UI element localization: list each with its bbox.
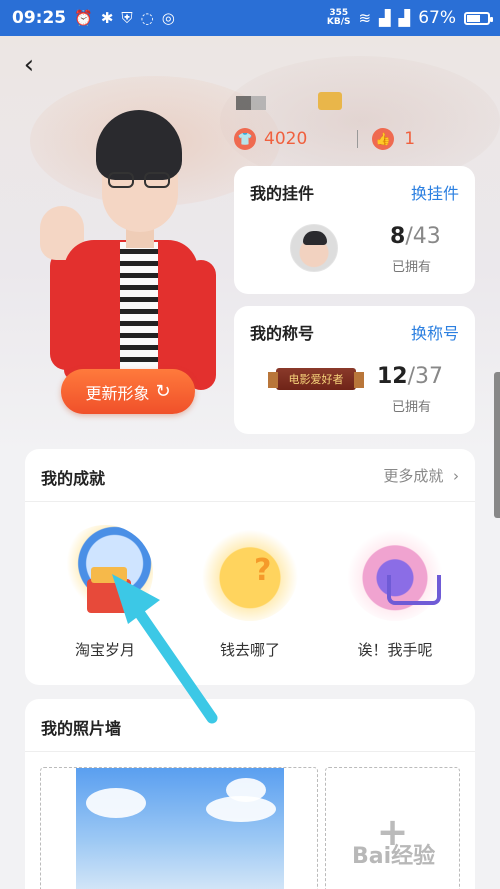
update-avatar-label: 更新形象 [85, 383, 150, 403]
change-title-link[interactable]: 换称号 [411, 320, 459, 344]
achievement-item[interactable]: 诶！我手呢 [325, 521, 465, 671]
battery-fill [467, 14, 481, 22]
signal-2-icon: ▟ [398, 8, 411, 27]
signal-icon: ▟ [379, 8, 391, 27]
avatar-striped-shirt [120, 242, 158, 376]
pendant-avatar-thumbnail[interactable] [290, 224, 338, 272]
shield-icon: ⛨ [121, 8, 133, 27]
alarm-icon: ⏰ [74, 8, 93, 27]
pendant-card-title: 我的挂件 [250, 184, 315, 203]
shirt-icon: 👕 [234, 128, 256, 150]
username-obscured [236, 96, 266, 110]
avatar-glasses [108, 172, 172, 190]
more-achievements-link[interactable]: 更多成就 › [383, 465, 459, 486]
update-avatar-button[interactable]: 更新形象 ↻ [61, 369, 195, 414]
change-pendant-link[interactable]: 换挂件 [411, 180, 459, 204]
title-count: 12/37 [377, 364, 443, 389]
title-card-title: 我的称号 [250, 324, 315, 343]
battery-percent: 67% [418, 8, 456, 28]
title-ribbon[interactable]: 电影爱好者 [268, 368, 364, 390]
photo-image[interactable] [76, 768, 284, 889]
pendant-count: 8/43 [390, 224, 441, 249]
points-value: 4020 [264, 129, 308, 149]
likes-value: 1 [404, 129, 416, 149]
thumbs-up-icon: 👍 [372, 128, 395, 150]
stats-divider [357, 130, 359, 148]
achievement-item[interactable]: ? 钱去哪了 [180, 521, 320, 671]
achievement-label: 淘宝岁月 [74, 641, 135, 659]
title-total-count: /37 [407, 364, 444, 389]
status-time: 09:25 [12, 8, 67, 28]
achievements-card: 我的成就 更多成就 › 淘宝岁月 ? 钱去哪了 诶！我手呢 [25, 449, 475, 685]
more-achievements-label: 更多成就 [383, 467, 444, 485]
divider [25, 501, 475, 502]
shopping-cart-icon [347, 525, 443, 621]
photo-slot[interactable] [40, 767, 318, 889]
refresh-icon: ↻ [155, 381, 171, 402]
title-card: 我的称号 换称号 电影爱好者 12/37 已拥有 [234, 306, 475, 434]
photo-wall-title: 我的照片墙 [41, 719, 122, 738]
achievement-label: 钱去哪了 [219, 641, 280, 659]
title-owned-count: 12 [377, 364, 408, 389]
network-speed-unit: KB/S [326, 17, 351, 27]
achievement-label: 诶！我手呢 [357, 641, 433, 659]
divider [25, 751, 475, 752]
battery-icon [464, 11, 493, 25]
pendant-card: 我的挂件 换挂件 8/43 已拥有 [234, 166, 475, 294]
profile-stats: 👕 4020 👍 1 [234, 125, 415, 153]
network-speed: 355 KB/S [327, 9, 351, 27]
scroll-handle[interactable] [494, 372, 500, 518]
achievements-title: 我的成就 [41, 469, 106, 488]
title-owned-label: 已拥有 [392, 400, 432, 415]
bluetooth-icon: ✱ [100, 8, 114, 27]
wifi-icon: ≋ [358, 8, 372, 27]
netease-icon: ◎ [161, 8, 175, 27]
add-photo-button[interactable]: + [325, 767, 460, 889]
clock-gift-icon [57, 525, 153, 621]
status-bar: 09:25 ⏰ ✱ ⛨ ◌ ◎ 355 KB/S ≋ ▟ ▟ 67% [0, 0, 500, 36]
app-icon: ◌ [140, 8, 154, 27]
chevron-right-icon: › [448, 467, 459, 485]
money-box-icon: ? [202, 525, 298, 621]
pendant-owned-count: 8 [390, 224, 406, 249]
chevron-left-icon: ‹ [23, 50, 35, 80]
achievement-item[interactable]: 淘宝岁月 [35, 521, 175, 671]
watermark: Bai经验 [352, 844, 436, 869]
avatar-hair [96, 110, 182, 180]
level-badge-icon [318, 92, 342, 110]
pendant-total-count: /43 [405, 224, 441, 249]
pendant-owned-label: 已拥有 [392, 260, 432, 275]
back-button[interactable]: ‹ [14, 50, 44, 80]
